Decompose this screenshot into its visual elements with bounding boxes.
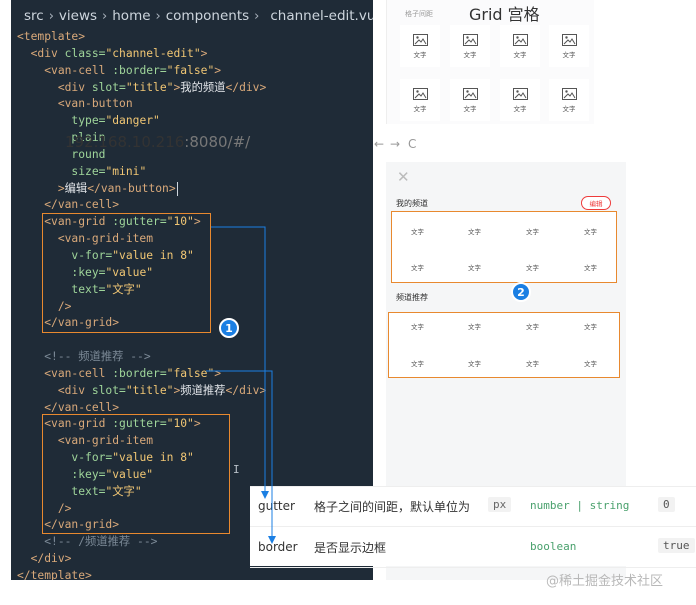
step-badge-1: 1 [219,318,239,338]
step-badge-2: 2 [511,282,531,302]
connector-arrows [206,226,276,544]
arrow-gutter-to-doc [211,226,269,499]
watermark: @稀土掘金技术社区 [546,574,664,589]
arrow-border-to-doc [206,370,276,544]
